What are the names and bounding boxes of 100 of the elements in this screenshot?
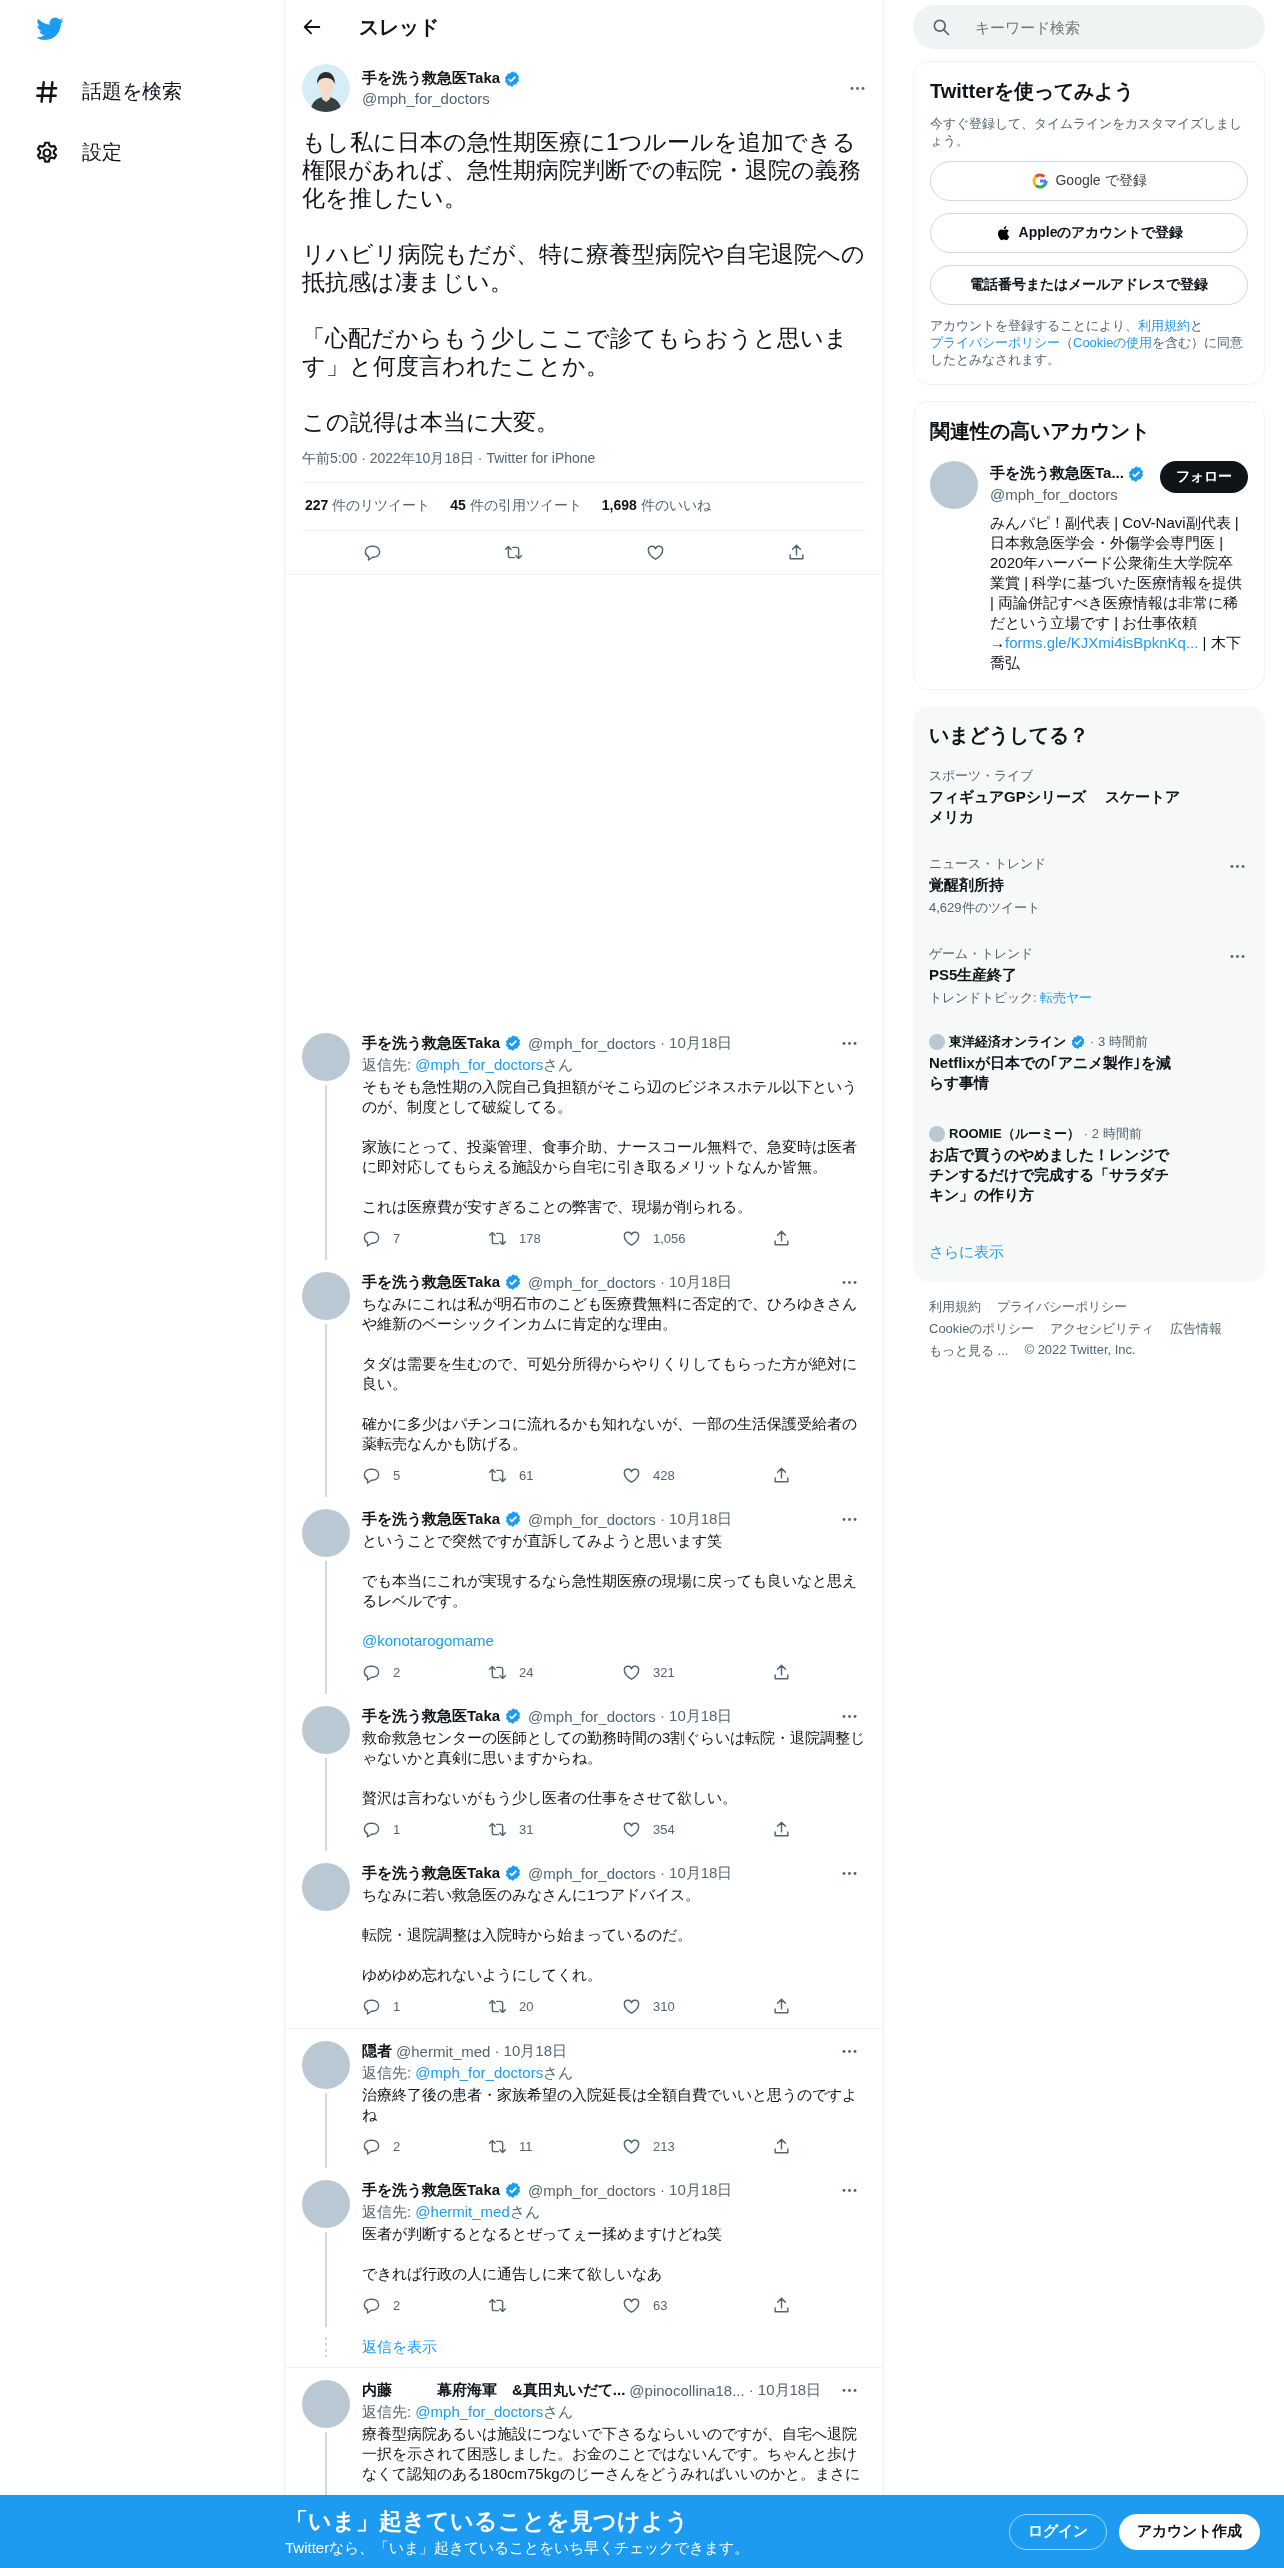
author-name[interactable]: 手を洗う救急医Taka [362, 1863, 501, 1883]
source-avatar [929, 1126, 945, 1142]
search-field[interactable]: キーワード検索 [913, 5, 1265, 49]
speech-bubble-icon [362, 2296, 381, 2315]
footer-link[interactable]: 利用規約 [929, 1298, 981, 1316]
author-name[interactable]: 内藤 幕府海軍 &真田丸いだて... [362, 2380, 626, 2400]
author-name[interactable]: 手を洗う救急医Taka [362, 1706, 501, 1726]
like-button[interactable]: 321 [618, 1659, 768, 1686]
tweet-date[interactable]: · 10月18日 [659, 1509, 836, 1529]
retweet-icon [488, 1820, 507, 1839]
retweet-button[interactable]: 24 [484, 1659, 618, 1686]
stat-link[interactable]: 45 件の引用ツイート [450, 497, 582, 515]
tweet-date[interactable]: · 10月18日 [659, 1272, 836, 1292]
account-name[interactable]: 手を洗う救急医Ta... [990, 464, 1124, 483]
trend-category: ゲーム・トレンド [929, 945, 1033, 963]
news-time: · 2 時間前 [1083, 1125, 1142, 1143]
author-name[interactable]: 手を洗う救急医Taka [362, 1509, 501, 1529]
tweet-text: 「心配だからもう少しここで診てもらおうと思います」と何度言われたことか。 [302, 324, 849, 380]
trend-title[interactable]: PS5生産終了 [929, 965, 1181, 985]
author-handle[interactable]: @mph_for_doctors [362, 90, 836, 107]
like-button[interactable]: 213 [618, 2133, 768, 2160]
reply-button[interactable]: 5 [358, 1462, 484, 1489]
signup-button[interactable]: Google で登録 [930, 161, 1248, 201]
author-handle[interactable]: @mph_for_doctors [528, 1034, 656, 1052]
tweet-text: ということで突然ですが直訴してみようと思います笑 [362, 1531, 723, 1551]
like-button[interactable]: 1,056 [618, 1225, 768, 1252]
create-account-button[interactable]: アカウント作成 [1119, 2513, 1260, 2550]
news-headline[interactable]: お店で買うのやめました！レンジでチンするだけで完成する「サラダチキン」の作り方 [929, 1145, 1181, 1205]
tweet-date[interactable]: · 10月18日 [748, 2380, 836, 2400]
retweet-button[interactable]: 31 [484, 1816, 618, 1843]
tweet-date[interactable]: · 10月18日 [494, 2041, 836, 2061]
retweet-button[interactable]: 61 [484, 1462, 618, 1489]
reply-button[interactable]: 1 [358, 1993, 484, 2020]
tweet-text: ちなみにこれは私が明石市のこども医療費無料に否定的で、ひろゆきさんや維新のベーシックインカムに肯定的な理由。 [362, 1294, 858, 1334]
author-name[interactable]: 手を洗う救急医Taka [362, 1033, 501, 1053]
tweet-date[interactable]: · 10月18日 [659, 1706, 836, 1726]
retweet-icon [488, 2137, 507, 2156]
author-handle[interactable]: @mph_for_doctors [528, 1864, 656, 1882]
author-handle[interactable]: @mph_for_doctors [528, 1273, 656, 1291]
author-name[interactable]: 手を洗う救急医Taka [362, 69, 501, 88]
share-icon [772, 1663, 791, 1682]
retweet-icon [488, 1229, 507, 1248]
account-bio: みんパピ！副代表 | CoV-Navi副代表 | 日本救急医学会・外傷学会専門医 | 2020年ハーバード公衆衛生大学院卒業賞 | 科学に基づいた医療情報を提供 | 両論併記すべき医療情報は非常に稀だという立場です | お仕事依頼 →forms.gle/KJXmi4isBpknKq... | 木下喬弘 [990, 513, 1244, 673]
stat-link[interactable]: 1,698 件のいいね [601, 497, 711, 515]
stat-link[interactable]: 227 件のリツイート [305, 497, 431, 515]
news-headline[interactable]: Netflixが日本での｢アニメ製作｣を減らす事情 [929, 1053, 1181, 1093]
like-button[interactable]: 310 [618, 1993, 768, 2020]
tweet-text: 治療終了後の患者・家族希望の入院延長は全額自費でいいと思うのですよね [362, 2085, 858, 2125]
page-title: スレッド [359, 14, 439, 40]
footer-link[interactable]: もっと見る ... [929, 1342, 1009, 1360]
reply-button[interactable]: 1 [358, 1816, 484, 1843]
reply-button[interactable]: 2 [358, 2133, 484, 2160]
author-name[interactable]: 手を洗う救急医Taka [362, 2180, 501, 2200]
author-handle[interactable]: @hermit_med [396, 2042, 491, 2060]
tweet-text: 救命救急センターの医師としての勤務時間の3割ぐらいは転院・退院調整じゃないかと真剣に思いますからね。 [362, 1728, 867, 1768]
author-name[interactable]: 手を洗う救急医Taka [362, 1272, 501, 1292]
nav-link[interactable]: 話題を検索 [34, 66, 182, 117]
news-time: · 3 時間前 [1090, 1033, 1148, 1051]
heart-icon [622, 1820, 641, 1839]
footer-link[interactable]: プライバシーポリシー [997, 1298, 1127, 1316]
retweet-button[interactable]: 178 [484, 1225, 618, 1252]
nav-link[interactable]: 設定 [34, 127, 122, 178]
author-handle[interactable]: @mph_for_doctors [528, 1510, 656, 1528]
account-handle: @mph_for_doctors [990, 486, 1119, 505]
author-handle[interactable]: @mph_for_doctors [528, 1707, 656, 1725]
like-button[interactable]: 63 [618, 2292, 768, 2319]
signup-button[interactable]: 電話番号またはメールアドレスで登録 [930, 265, 1248, 305]
retweet-button[interactable]: 20 [484, 1993, 618, 2020]
like-button[interactable]: 354 [618, 1816, 768, 1843]
retweet-button[interactable]: 11 [484, 2133, 618, 2160]
speech-bubble-icon [362, 1229, 381, 1248]
trend-category: スポーツ・ライブ [929, 767, 1033, 785]
signup-button[interactable]: Appleのアカウントで登録 [930, 213, 1248, 253]
follow-button[interactable]: フォロー [1160, 461, 1248, 493]
retweet-icon [488, 1466, 507, 1485]
reply-button[interactable]: 2 [358, 1659, 484, 1686]
author-name[interactable]: 隠者 [362, 2041, 392, 2061]
author-handle[interactable]: @pinocollina18... [629, 2381, 745, 2399]
share-icon [772, 1466, 791, 1485]
author-handle[interactable]: @mph_for_doctors [528, 2181, 656, 2199]
avatar[interactable] [302, 64, 350, 112]
settings-icon [34, 139, 60, 166]
footer-link[interactable]: アクセシビリティ [1050, 1320, 1155, 1338]
trend-title[interactable]: 覚醒剤所持 [929, 875, 1181, 895]
tweet-date[interactable]: · 10月18日 [659, 1033, 836, 1053]
reply-button[interactable]: 7 [358, 1225, 484, 1252]
reply-button[interactable]: 2 [358, 2292, 484, 2319]
search-input[interactable]: キーワード検索 [973, 17, 1247, 37]
trend-title[interactable]: フィギュアGPシリーズ スケートアメリカ [929, 787, 1181, 827]
speech-bubble-icon [362, 1820, 381, 1839]
trend-meta: トレンドトピック: 転売ヤー [929, 989, 1094, 1007]
reply-context: 返信先: @mph_for_doctorsさん [362, 2402, 575, 2422]
footer-link[interactable]: 広告情報 [1170, 1320, 1223, 1338]
like-button[interactable]: 428 [618, 1462, 768, 1489]
tweet-text: 確かに多少はパチンコに流れるかも知れないが、一部の生活保護受給者の薬転売なんかも防げる。 [362, 1414, 858, 1454]
heart-icon [622, 1229, 641, 1248]
tweet-date[interactable]: · 10月18日 [659, 2180, 836, 2200]
heart-icon [622, 1997, 641, 2016]
tweet-date[interactable]: · 10月18日 [659, 1863, 836, 1883]
footer-link[interactable]: Cookieのポリシー [929, 1320, 1035, 1338]
